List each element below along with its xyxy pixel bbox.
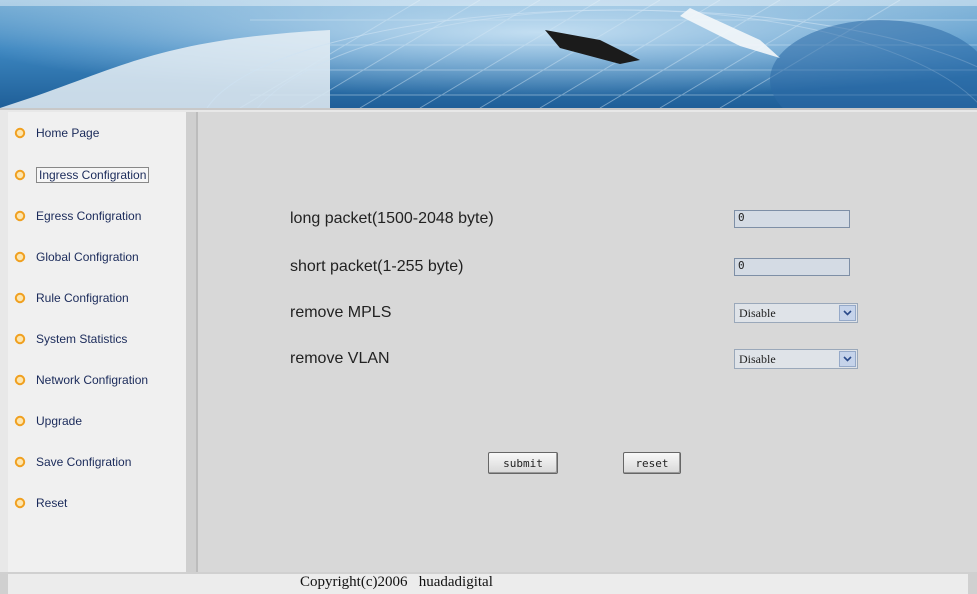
config-panel: long packet(1500-2048 byte) 0 short pack… bbox=[196, 112, 977, 572]
sidebar-item-rule-configration[interactable]: Rule Configration bbox=[14, 287, 129, 309]
short-packet-input[interactable]: 0 bbox=[734, 258, 850, 276]
sidebar-item-label: Home Page bbox=[36, 126, 100, 140]
chevron-down-icon[interactable] bbox=[839, 305, 856, 321]
remove-mpls-label: remove MPLS bbox=[290, 304, 392, 321]
remove-vlan-value: Disable bbox=[739, 352, 776, 366]
sidebar-item-label: Ingress Configration bbox=[36, 167, 150, 183]
sidebar-nav: Home Page Ingress Configration Egress Co… bbox=[8, 112, 196, 572]
banner-graphic bbox=[0, 0, 977, 108]
orange-ring-icon bbox=[14, 497, 26, 509]
sidebar-item-label: Reset bbox=[36, 496, 68, 510]
orange-ring-icon bbox=[14, 251, 26, 263]
orange-ring-icon bbox=[14, 292, 26, 304]
sidebar-item-home-page[interactable]: Home Page bbox=[14, 122, 99, 144]
sidebar-item-network-configration[interactable]: Network Configration bbox=[14, 369, 148, 391]
sidebar-item-ingress-configration[interactable]: Ingress Configration bbox=[14, 164, 150, 186]
orange-ring-icon bbox=[14, 210, 26, 222]
long-packet-input[interactable]: 0 bbox=[734, 210, 850, 228]
sidebar-item-egress-configration[interactable]: Egress Configration bbox=[14, 205, 141, 227]
reset-button[interactable]: reset bbox=[623, 452, 681, 474]
sidebar-item-upgrade[interactable]: Upgrade bbox=[14, 410, 82, 432]
sidebar-item-label: System Statistics bbox=[36, 332, 128, 346]
copyright-text: Copyright(c)2006 huadadigital bbox=[300, 574, 493, 590]
sidebar-item-label: Rule Configration bbox=[36, 291, 129, 305]
sidebar-item-reset[interactable]: Reset bbox=[14, 492, 67, 514]
sidebar-item-label: Network Configration bbox=[36, 373, 149, 387]
sidebar-item-system-statistics[interactable]: System Statistics bbox=[14, 328, 127, 350]
footer: Copyright(c)2006 huadadigital bbox=[0, 572, 977, 594]
remove-vlan-select[interactable]: Disable bbox=[734, 349, 858, 369]
sidebar-item-label: Save Configration bbox=[36, 455, 132, 469]
long-packet-label: long packet(1500-2048 byte) bbox=[290, 210, 494, 227]
submit-button[interactable]: submit bbox=[488, 452, 558, 474]
sidebar-item-label: Egress Configration bbox=[36, 209, 142, 223]
header-banner bbox=[0, 0, 977, 110]
remove-mpls-value: Disable bbox=[739, 306, 776, 320]
orange-ring-icon bbox=[14, 374, 26, 386]
sidebar-item-label: Global Configration bbox=[36, 250, 139, 264]
orange-ring-icon bbox=[14, 415, 26, 427]
short-packet-label: short packet(1-255 byte) bbox=[290, 258, 464, 275]
orange-ring-icon bbox=[14, 169, 26, 181]
orange-ring-icon bbox=[14, 333, 26, 345]
sidebar-item-label: Upgrade bbox=[36, 414, 83, 428]
orange-ring-icon bbox=[14, 127, 26, 139]
sidebar-item-save-configration[interactable]: Save Configration bbox=[14, 451, 131, 473]
orange-ring-icon bbox=[14, 456, 26, 468]
remove-vlan-label: remove VLAN bbox=[290, 350, 390, 367]
remove-mpls-select[interactable]: Disable bbox=[734, 303, 858, 323]
chevron-down-icon[interactable] bbox=[839, 351, 856, 367]
sidebar-item-global-configration[interactable]: Global Configration bbox=[14, 246, 139, 268]
